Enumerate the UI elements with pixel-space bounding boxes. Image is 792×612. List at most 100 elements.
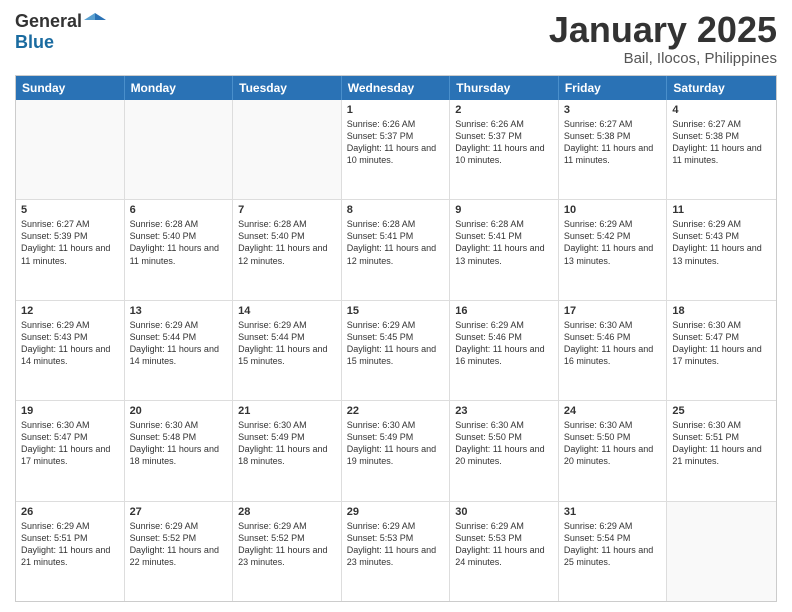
cal-cell-8: 8 Sunrise: 6:28 AMSunset: 5:41 PMDaylight… — [342, 200, 451, 299]
cal-cell-30: 30 Sunrise: 6:29 AMSunset: 5:53 PMDayligh… — [450, 502, 559, 601]
day-number: 19 — [21, 405, 119, 417]
cal-cell-29: 29 Sunrise: 6:29 AMSunset: 5:53 PMDayligh… — [342, 502, 451, 601]
day-number: 18 — [672, 305, 771, 317]
header: General Blue January 2025 Bail, Ilocos, … — [15, 10, 777, 67]
calendar-header: SundayMondayTuesdayWednesdayThursdayFrid… — [16, 76, 776, 100]
day-number: 28 — [238, 506, 336, 518]
day-number: 27 — [130, 506, 228, 518]
cal-row-4: 19Sunrise: 6:30 AMSunset: 5:47 PMDayligh… — [16, 400, 776, 500]
day-number: 25 — [672, 405, 771, 417]
cal-cell-19: 19Sunrise: 6:30 AMSunset: 5:47 PMDayligh… — [16, 401, 125, 500]
cal-cell-empty-1 — [125, 100, 234, 199]
day-number: 13 — [130, 305, 228, 317]
day-number: 30 — [455, 506, 553, 518]
cal-cell-3: 3Sunrise: 6:27 AMSunset: 5:38 PMDaylight… — [559, 100, 668, 199]
month-title: January 2025 — [549, 10, 777, 50]
day-info: Sunrise: 6:30 AMSunset: 5:50 PMDaylight:… — [455, 419, 553, 468]
cal-cell-28: 28 Sunrise: 6:29 AMSunset: 5:52 PMDayligh… — [233, 502, 342, 601]
day-info: Sunrise: 6:29 AMSunset: 5:52 PMDaylight:… — [130, 520, 228, 569]
day-number: 5 — [21, 204, 119, 216]
cal-cell-2: 2Sunrise: 6:26 AMSunset: 5:37 PMDaylight… — [450, 100, 559, 199]
cal-cell-12: 12Sunrise: 6:29 AMSunset: 5:43 PMDayligh… — [16, 301, 125, 400]
cal-cell-9: 9 Sunrise: 6:28 AMSunset: 5:41 PMDaylight… — [450, 200, 559, 299]
day-info: Sunrise: 6:29 AMSunset: 5:45 PMDaylight:… — [347, 319, 445, 368]
day-number: 20 — [130, 405, 228, 417]
cal-cell-20: 20 Sunrise: 6:30 AMSunset: 5:48 PMDayligh… — [125, 401, 234, 500]
day-number: 15 — [347, 305, 445, 317]
day-info: Sunrise: 6:28 AMSunset: 5:41 PMDaylight:… — [347, 218, 445, 267]
cal-cell-18: 18 Sunrise: 6:30 AMSunset: 5:47 PMDayligh… — [667, 301, 776, 400]
day-info: Sunrise: 6:29 AMSunset: 5:43 PMDaylight:… — [672, 218, 771, 267]
cal-header-sunday: Sunday — [16, 76, 125, 100]
cal-header-thursday: Thursday — [450, 76, 559, 100]
cal-row-5: 26Sunrise: 6:29 AMSunset: 5:51 PMDayligh… — [16, 501, 776, 601]
cal-row-2: 5 Sunrise: 6:27 AMSunset: 5:39 PMDaylight… — [16, 199, 776, 299]
cal-cell-22: 22 Sunrise: 6:30 AMSunset: 5:49 PMDayligh… — [342, 401, 451, 500]
cal-cell-empty-6 — [667, 502, 776, 601]
day-number: 10 — [564, 204, 662, 216]
day-info: Sunrise: 6:30 AMSunset: 5:49 PMDaylight:… — [347, 419, 445, 468]
day-info: Sunrise: 6:30 AMSunset: 5:48 PMDaylight:… — [130, 419, 228, 468]
cal-cell-7: 7Sunrise: 6:28 AMSunset: 5:40 PMDaylight… — [233, 200, 342, 299]
day-info: Sunrise: 6:30 AMSunset: 5:49 PMDaylight:… — [238, 419, 336, 468]
cal-cell-14: 14 Sunrise: 6:29 AMSunset: 5:44 PMDayligh… — [233, 301, 342, 400]
day-info: Sunrise: 6:29 AMSunset: 5:44 PMDaylight:… — [130, 319, 228, 368]
cal-cell-13: 13 Sunrise: 6:29 AMSunset: 5:44 PMDayligh… — [125, 301, 234, 400]
cal-cell-4: 4 Sunrise: 6:27 AMSunset: 5:38 PMDaylight… — [667, 100, 776, 199]
cal-cell-15: 15 Sunrise: 6:29 AMSunset: 5:45 PMDayligh… — [342, 301, 451, 400]
day-number: 11 — [672, 204, 771, 216]
day-info: Sunrise: 6:30 AMSunset: 5:46 PMDaylight:… — [564, 319, 662, 368]
location-title: Bail, Ilocos, Philippines — [549, 50, 777, 67]
day-info: Sunrise: 6:29 AMSunset: 5:52 PMDaylight:… — [238, 520, 336, 569]
cal-header-saturday: Saturday — [667, 76, 776, 100]
day-info: Sunrise: 6:26 AMSunset: 5:37 PMDaylight:… — [455, 118, 553, 167]
cal-cell-1: 1Sunrise: 6:26 AMSunset: 5:37 PMDaylight… — [342, 100, 451, 199]
day-number: 21 — [238, 405, 336, 417]
day-info: Sunrise: 6:29 AMSunset: 5:44 PMDaylight:… — [238, 319, 336, 368]
day-info: Sunrise: 6:28 AMSunset: 5:40 PMDaylight:… — [238, 218, 336, 267]
day-number: 22 — [347, 405, 445, 417]
day-number: 17 — [564, 305, 662, 317]
calendar: SundayMondayTuesdayWednesdayThursdayFrid… — [15, 75, 777, 602]
cal-cell-empty-2 — [233, 100, 342, 199]
day-number: 8 — [347, 204, 445, 216]
logo-general: General — [15, 11, 82, 32]
day-info: Sunrise: 6:29 AMSunset: 5:54 PMDaylight:… — [564, 520, 662, 569]
cal-cell-10: 10 Sunrise: 6:29 AMSunset: 5:42 PMDayligh… — [559, 200, 668, 299]
cal-row-1: 1 Sunrise: 6:26 AMSunset: 5:37 PMDaylight… — [16, 100, 776, 199]
day-number: 4 — [672, 104, 771, 116]
day-number: 23 — [455, 405, 553, 417]
title-block: January 2025 Bail, Ilocos, Philippines — [549, 10, 777, 67]
day-info: Sunrise: 6:30 AMSunset: 5:51 PMDaylight:… — [672, 419, 771, 468]
cal-cell-27: 27 Sunrise: 6:29 AMSunset: 5:52 PMDayligh… — [125, 502, 234, 601]
day-info: Sunrise: 6:28 AMSunset: 5:40 PMDaylight:… — [130, 218, 228, 267]
day-info: Sunrise: 6:29 AMSunset: 5:53 PMDaylight:… — [347, 520, 445, 569]
day-info: Sunrise: 6:29 AMSunset: 5:51 PMDaylight:… — [21, 520, 119, 569]
cal-cell-23: 23 Sunrise: 6:30 AMSunset: 5:50 PMDayligh… — [450, 401, 559, 500]
cal-header-wednesday: Wednesday — [342, 76, 451, 100]
cal-header-friday: Friday — [559, 76, 668, 100]
cal-cell-empty-0 — [16, 100, 125, 199]
day-number: 9 — [455, 204, 553, 216]
logo: General Blue — [15, 10, 106, 53]
cal-row-3: 12Sunrise: 6:29 AMSunset: 5:43 PMDayligh… — [16, 300, 776, 400]
day-info: Sunrise: 6:30 AMSunset: 5:47 PMDaylight:… — [672, 319, 771, 368]
day-info: Sunrise: 6:29 AMSunset: 5:53 PMDaylight:… — [455, 520, 553, 569]
day-number: 29 — [347, 506, 445, 518]
day-info: Sunrise: 6:27 AMSunset: 5:39 PMDaylight:… — [21, 218, 119, 267]
day-info: Sunrise: 6:30 AMSunset: 5:50 PMDaylight:… — [564, 419, 662, 468]
day-number: 31 — [564, 506, 662, 518]
day-number: 14 — [238, 305, 336, 317]
day-number: 1 — [347, 104, 445, 116]
day-info: Sunrise: 6:29 AMSunset: 5:46 PMDaylight:… — [455, 319, 553, 368]
day-number: 3 — [564, 104, 662, 116]
cal-cell-21: 21 Sunrise: 6:30 AMSunset: 5:49 PMDayligh… — [233, 401, 342, 500]
day-info: Sunrise: 6:28 AMSunset: 5:41 PMDaylight:… — [455, 218, 553, 267]
cal-cell-31: 31 Sunrise: 6:29 AMSunset: 5:54 PMDayligh… — [559, 502, 668, 601]
cal-cell-6: 6 Sunrise: 6:28 AMSunset: 5:40 PMDaylight… — [125, 200, 234, 299]
page: General Blue January 2025 Bail, Ilocos, … — [0, 0, 792, 612]
cal-cell-25: 25 Sunrise: 6:30 AMSunset: 5:51 PMDayligh… — [667, 401, 776, 500]
day-info: Sunrise: 6:27 AMSunset: 5:38 PMDaylight:… — [672, 118, 771, 167]
day-info: Sunrise: 6:29 AMSunset: 5:42 PMDaylight:… — [564, 218, 662, 267]
day-number: 6 — [130, 204, 228, 216]
